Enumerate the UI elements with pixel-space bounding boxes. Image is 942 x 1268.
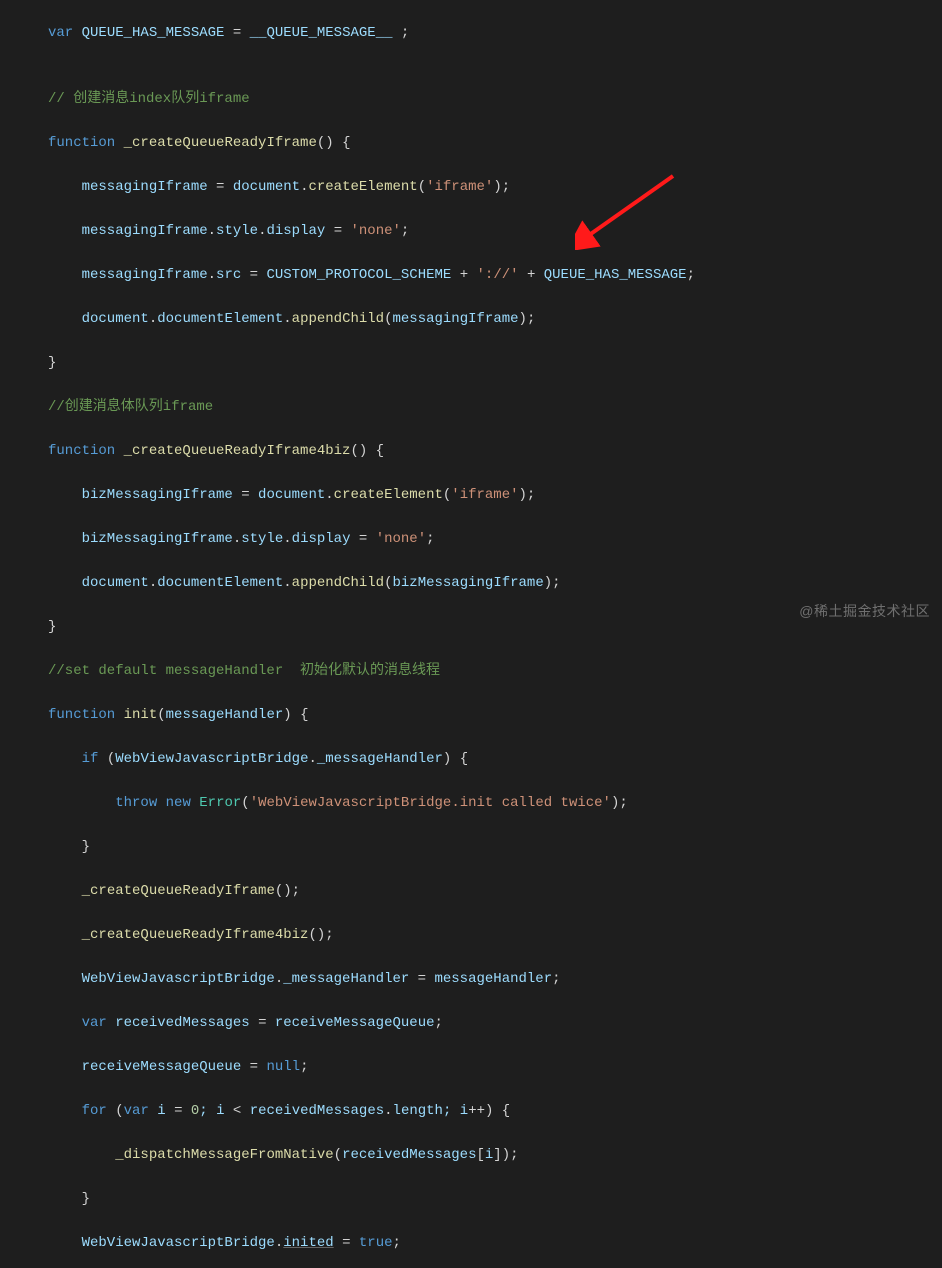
code-line: function init(messageHandler) {: [48, 704, 942, 726]
code-editor-area[interactable]: var QUEUE_HAS_MESSAGE = __QUEUE_MESSAGE_…: [0, 0, 942, 1268]
code-line: _dispatchMessageFromNative(receivedMessa…: [48, 1144, 942, 1166]
code-line: }: [48, 352, 942, 374]
watermark-text: @稀土掘金技术社区: [799, 600, 930, 622]
code-line: var QUEUE_HAS_MESSAGE = __QUEUE_MESSAGE_…: [48, 22, 942, 44]
code-line: WebViewJavascriptBridge.inited = true;: [48, 1232, 942, 1254]
code-line: _createQueueReadyIframe();: [48, 880, 942, 902]
code-line: messagingIframe.src = CUSTOM_PROTOCOL_SC…: [48, 264, 942, 286]
code-line: }: [48, 1188, 942, 1210]
code-line: bizMessagingIframe.style.display = 'none…: [48, 528, 942, 550]
code-line: WebViewJavascriptBridge._messageHandler …: [48, 968, 942, 990]
code-line: function _createQueueReadyIframe4biz() {: [48, 440, 942, 462]
code-line: function _createQueueReadyIframe() {: [48, 132, 942, 154]
code-line: document.documentElement.appendChild(biz…: [48, 572, 942, 594]
code-line: // 创建消息index队列iframe: [48, 88, 942, 110]
code-line: throw new Error('WebViewJavascriptBridge…: [48, 792, 942, 814]
code-line: receiveMessageQueue = null;: [48, 1056, 942, 1078]
code-line: //set default messageHandler 初始化默认的消息线程: [48, 660, 942, 682]
code-line: var receivedMessages = receiveMessageQue…: [48, 1012, 942, 1034]
code-line: bizMessagingIframe = document.createElem…: [48, 484, 942, 506]
code-line: document.documentElement.appendChild(mes…: [48, 308, 942, 330]
code-line: }: [48, 836, 942, 858]
code-line: messagingIframe.style.display = 'none';: [48, 220, 942, 242]
code-line: _createQueueReadyIframe4biz();: [48, 924, 942, 946]
code-line: //创建消息体队列iframe: [48, 396, 942, 418]
code-line: if (WebViewJavascriptBridge._messageHand…: [48, 748, 942, 770]
code-line: messagingIframe = document.createElement…: [48, 176, 942, 198]
code-line: for (var i = 0; i < receivedMessages.len…: [48, 1100, 942, 1122]
